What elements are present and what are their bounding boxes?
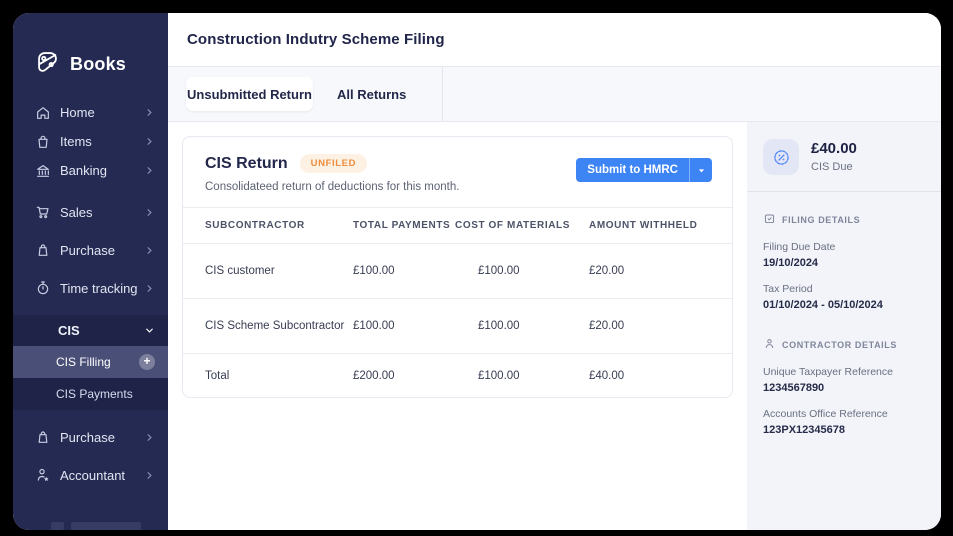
sidebar-nav: Home Items Banking (13, 98, 168, 530)
cis-due-amount: £40.00 (811, 140, 857, 157)
submit-to-hmrc-button[interactable]: Submit to HMRC (576, 158, 689, 182)
sidebar-item-time-tracking[interactable]: Time tracking (13, 269, 168, 307)
purchase-bag-icon (35, 429, 51, 445)
card-title: CIS Return (205, 155, 288, 173)
bank-icon (35, 163, 51, 179)
caret-down-icon (697, 166, 706, 175)
tab-unsubmitted-return[interactable]: Unsubmitted Return (186, 77, 313, 111)
content-area: CIS Return UNFILED Consolidateed return … (168, 122, 747, 530)
contractor-details-section: CONTRACTOR DETAILS Unique Taxpayer Refer… (763, 337, 925, 436)
sidebar-item-items[interactable]: Items (13, 127, 168, 156)
chevron-right-icon (144, 470, 155, 481)
utr-field: Unique Taxpayer Reference 1234567890 (763, 366, 925, 394)
stopwatch-icon (35, 280, 51, 296)
tab-bar: Unsubmitted Return All Returns (168, 67, 941, 122)
chevron-right-icon (144, 165, 155, 176)
page-header: Construction Indutry Scheme Filing (168, 13, 941, 67)
aor-field: Accounts Office Reference 123PX12345678 (763, 408, 925, 436)
sidebar-item-purchase[interactable]: Purchase (13, 231, 168, 269)
table-row[interactable]: CIS Scheme Subcontractor £100.00 £100.00… (183, 299, 732, 354)
sidebar-skeleton-placeholder (13, 522, 168, 530)
tax-period-field: Tax Period 01/10/2024 - 05/10/2024 (763, 283, 925, 311)
app-name: Books (70, 54, 126, 75)
filing-details-section: FILING DETAILS Filing Due Date 19/10/202… (763, 212, 925, 311)
sidebar-item-sales[interactable]: Sales (13, 193, 168, 231)
home-icon (35, 105, 51, 121)
panel-divider (747, 191, 941, 192)
summary-panel: £40.00 CIS Due FILING DETAILS Filing Due… (747, 122, 941, 530)
tab-bar-divider (442, 67, 443, 122)
section-heading: FILING DETAILS (782, 215, 860, 225)
chevron-right-icon (144, 432, 155, 443)
sidebar-item-banking[interactable]: Banking (13, 156, 168, 185)
cis-due-block: £40.00 CIS Due (763, 139, 925, 175)
chevron-right-icon (144, 283, 155, 294)
sidebar-item-accountant[interactable]: Accountant (13, 456, 168, 494)
person-icon (763, 337, 776, 352)
column-header: AMOUNT WITHHELD (589, 220, 732, 231)
items-bag-icon (35, 134, 51, 150)
chevron-right-icon (144, 136, 155, 147)
sidebar-item-purchase-2[interactable]: Purchase (13, 418, 168, 456)
plus-icon[interactable]: + (139, 354, 155, 370)
table-row[interactable]: CIS customer £100.00 £100.00 £20.00 (183, 244, 732, 299)
table-header-row: SUBCONTRACTOR TOTAL PAYMENTS COST OF MAT… (183, 208, 732, 244)
sidebar-item-home[interactable]: Home (13, 98, 168, 127)
purchase-bag-icon (35, 242, 51, 258)
chevron-right-icon (144, 207, 155, 218)
card-subtitle: Consolidateed return of deductions for t… (205, 181, 459, 193)
filing-due-date-field: Filing Due Date 19/10/2024 (763, 241, 925, 269)
status-badge: UNFILED (300, 154, 367, 173)
app-window: Books Home Items Banking (13, 13, 941, 530)
card-header: CIS Return UNFILED Consolidateed return … (183, 137, 732, 208)
chevron-right-icon (144, 245, 155, 256)
sidebar-cis-group: CIS CIS Filling + CIS Payments (13, 315, 168, 410)
submit-dropdown-toggle[interactable] (689, 158, 712, 182)
column-header: COST OF MATERIALS (455, 220, 589, 231)
table-total-row: Total £200.00 £100.00 £40.00 (183, 354, 732, 397)
sidebar-item-cis[interactable]: CIS (13, 315, 168, 346)
column-header: SUBCONTRACTOR (205, 220, 353, 231)
sidebar-item-cis-filling[interactable]: CIS Filling + (13, 346, 168, 378)
books-logo-icon (34, 48, 61, 80)
app-logo[interactable]: Books (13, 13, 168, 80)
column-header: TOTAL PAYMENTS (353, 220, 455, 231)
tab-all-returns[interactable]: All Returns (337, 87, 406, 102)
chevron-down-icon (144, 325, 155, 336)
calendar-icon (763, 212, 776, 227)
sidebar: Books Home Items Banking (13, 13, 168, 530)
chevron-right-icon (144, 107, 155, 118)
section-heading: CONTRACTOR DETAILS (782, 340, 897, 350)
cis-return-card: CIS Return UNFILED Consolidateed return … (182, 136, 733, 398)
sidebar-item-cis-payments[interactable]: CIS Payments (13, 378, 168, 410)
submit-to-hmrc-split-button: Submit to HMRC (576, 158, 712, 182)
accountant-icon (35, 467, 51, 483)
cart-icon (35, 204, 51, 220)
main-area: Construction Indutry Scheme Filing Unsub… (168, 13, 941, 530)
page-title: Construction Indutry Scheme Filing (187, 31, 445, 48)
cis-due-label: CIS Due (811, 161, 857, 173)
percent-circle-icon (763, 139, 799, 175)
